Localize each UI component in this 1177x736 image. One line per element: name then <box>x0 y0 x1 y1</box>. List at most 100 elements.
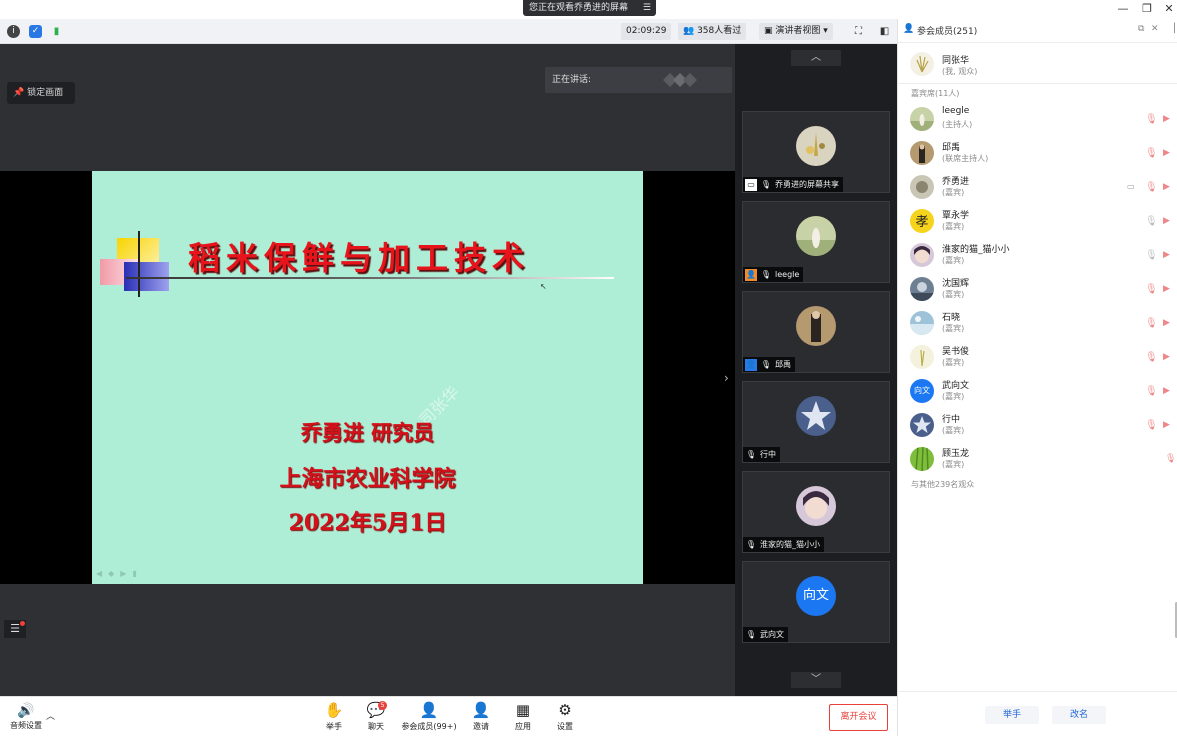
member-name: 邱禹 <box>942 143 961 153</box>
raise-hand-panel-button[interactable]: 举手 <box>985 706 1039 724</box>
list-icon[interactable]: ☰ <box>4 620 26 638</box>
tile-label: 👤 🎙 leegle <box>743 267 804 282</box>
audio-settings-button[interactable]: 🔊 音频设置 <box>6 702 46 731</box>
member-row[interactable]: 淮家的猫_猫小小 (嘉宾) 🎙 ▶ <box>910 241 1170 271</box>
popout-icon[interactable]: ⧉ <box>1138 24 1144 34</box>
mic-off-icon[interactable]: 🎙 <box>1145 182 1158 193</box>
chevron-up-icon[interactable]: ︿ <box>46 709 55 722</box>
camera-off-icon[interactable]: ▶ <box>1163 216 1170 226</box>
member-row[interactable]: 乔勇进 (嘉宾) ▭ 🎙 ▶ <box>910 173 1170 203</box>
member-name: 淮家的猫_猫小小 <box>942 245 1010 255</box>
member-row[interactable]: 吴书俊 (嘉宾) 🎙 ▶ <box>910 343 1170 373</box>
info-icon[interactable]: i <box>7 25 20 38</box>
video-tile[interactable]: 🎙 行中 <box>742 381 890 463</box>
member-role: (嘉宾) <box>942 188 965 197</box>
tile-name: leegle <box>775 270 800 279</box>
screen-share-notice[interactable]: 您正在观看乔勇进的屏幕 ☰ <box>523 0 656 16</box>
self-row[interactable]: 同张华 (我, 观众) <box>910 52 1170 82</box>
camera-off-icon[interactable]: ▶ <box>1163 420 1170 430</box>
member-row[interactable]: 行中 (嘉宾) 🎙 ▶ <box>910 411 1170 441</box>
camera-off-icon[interactable]: ▶ <box>1163 318 1170 328</box>
invite-button[interactable]: 👤 邀请 <box>461 701 501 732</box>
raise-hand-button[interactable]: ✋ 举手 <box>314 701 354 732</box>
avatar <box>796 126 836 166</box>
audio-settings-label: 音频设置 <box>10 721 42 730</box>
section-divider <box>898 83 1177 84</box>
rename-button[interactable]: 改名 <box>1052 706 1106 724</box>
member-name: 行中 <box>942 415 961 425</box>
member-role: (主持人) <box>942 120 973 129</box>
camera-off-icon[interactable]: ▶ <box>1163 352 1170 362</box>
video-tile[interactable]: 👤 🎙 leegle <box>742 201 890 283</box>
apps-label: 应用 <box>515 722 531 731</box>
leave-meeting-button[interactable]: 离开会议 <box>829 704 888 731</box>
camera-off-icon[interactable]: ▶ <box>1163 182 1170 192</box>
security-shield-icon[interactable]: ✓ <box>29 25 42 38</box>
member-row[interactable]: leegle (主持人) 🎙 ▶ <box>910 105 1170 135</box>
member-row[interactable]: 沈国辉 (嘉宾) 🎙 ▶ <box>910 275 1170 305</box>
mic-off-icon[interactable]: 🎙 <box>1165 454 1176 464</box>
settings-button[interactable]: ⚙ 设置 <box>545 701 585 732</box>
menu-icon[interactable]: ☰ <box>643 0 651 16</box>
member-role: (嘉宾) <box>942 358 965 367</box>
slide-controls[interactable]: ◀◆▶▮ <box>96 569 143 578</box>
camera-off-icon[interactable]: ▶ <box>1163 148 1170 158</box>
guest-section-label[interactable]: 嘉宾席(11人) <box>911 88 959 99</box>
settings-label: 设置 <box>557 722 573 731</box>
bottom-control-bar: 🔊 音频设置 ︿ ✋ 举手 💬 5 聊天 👤 参会成员(99+) 👤 邀请 ▦ … <box>0 696 897 736</box>
apps-button[interactable]: ▦ 应用 <box>503 701 543 732</box>
video-tile[interactable]: ▭ 🎙 乔勇进的屏幕共享 <box>742 111 890 193</box>
video-tile[interactable]: 🎙 淮家的猫_猫小小 <box>742 471 890 553</box>
members-button[interactable]: 👤 参会成员(99+) <box>398 701 460 732</box>
close-icon[interactable]: ✕ <box>1151 24 1159 34</box>
member-row[interactable]: 孝 覃永学 (嘉宾) 🎙 ▶ <box>910 207 1170 237</box>
chevron-right-icon[interactable]: › <box>724 371 729 385</box>
video-tile[interactable]: 向文 🎙 武向文 <box>742 561 890 643</box>
lock-view-button[interactable]: 📌 锁定画面 <box>7 82 75 104</box>
tile-label: 👤 🎙 邱禹 <box>743 357 795 372</box>
close-button[interactable]: ✕ <box>1158 0 1177 18</box>
slide-presenter: 乔勇进 研究员 <box>300 420 435 445</box>
signal-icon[interactable]: ▮ <box>50 25 63 38</box>
member-name: 顾玉龙 <box>942 449 970 459</box>
fullscreen-icon[interactable]: ⛶ <box>851 24 866 39</box>
pin-icon: 📌 <box>13 88 28 98</box>
tile-name: 淮家的猫_猫小小 <box>760 540 820 549</box>
tile-name: 邱禹 <box>775 360 791 369</box>
mic-off-icon[interactable]: 🎙 <box>1145 284 1158 295</box>
mic-off-icon[interactable]: 🎙 <box>1145 420 1158 431</box>
mic-on-icon[interactable]: 🎙 <box>1145 250 1158 261</box>
minimize-button[interactable]: — <box>1112 0 1134 18</box>
mic-on-icon[interactable]: 🎙 <box>1145 216 1158 227</box>
camera-off-icon[interactable]: ▶ <box>1163 386 1170 396</box>
camera-off-icon[interactable]: ▶ <box>1163 250 1170 260</box>
camera-off-icon[interactable]: ▶ <box>1163 114 1170 124</box>
strip-scroll-down-icon[interactable]: ﹀ <box>791 672 841 688</box>
chevron-down-icon: ▾ <box>823 26 828 36</box>
mic-off-icon[interactable]: 🎙 <box>1145 114 1158 125</box>
video-tile[interactable]: 👤 🎙 邱禹 <box>742 291 890 373</box>
restore-button[interactable]: ❐ <box>1136 0 1158 18</box>
member-row[interactable]: 向文 武向文 (嘉宾) 🎙 ▶ <box>910 377 1170 407</box>
strip-scroll-up-icon[interactable]: ︿ <box>791 50 841 66</box>
other-viewers-label[interactable]: 与其他239名观众 <box>911 479 974 490</box>
layout-icon: ▣ <box>764 26 776 36</box>
mic-icon: 🎙 <box>760 359 772 369</box>
member-row[interactable]: 顾玉龙 (嘉宾) 🎙 <box>910 445 1176 475</box>
mic-off-icon[interactable]: 🎙 <box>1145 318 1158 329</box>
video-strip: ︿ ▭ 🎙 乔勇进的屏幕共享 👤 🎙 leegle 👤 🎙 邱禹 🎙 行中 🎙 … <box>735 44 897 696</box>
mic-off-icon[interactable]: 🎙 <box>1145 352 1158 363</box>
hand-icon: ✋ <box>324 701 344 719</box>
scrollbar-handle[interactable]: ▕ <box>1168 24 1175 34</box>
mic-off-icon[interactable]: 🎙 <box>1145 386 1158 397</box>
mic-off-icon[interactable]: 🎙 <box>1145 148 1158 159</box>
view-mode-dropdown[interactable]: ▣ 演讲者视图 ▾ <box>759 23 833 40</box>
member-row[interactable]: 邱禹 (联席主持人) 🎙 ▶ <box>910 139 1170 169</box>
member-row[interactable]: 石晓 (嘉宾) 🎙 ▶ <box>910 309 1170 339</box>
tile-label: 🎙 武向文 <box>743 627 788 642</box>
camera-off-icon[interactable]: ▶ <box>1163 284 1170 294</box>
chat-button[interactable]: 💬 5 聊天 <box>356 701 396 732</box>
sidebar-toggle-icon[interactable]: ◧ <box>877 24 892 39</box>
viewers-count[interactable]: 👥 358人看过 <box>678 23 747 40</box>
member-name: 武向文 <box>942 381 970 391</box>
